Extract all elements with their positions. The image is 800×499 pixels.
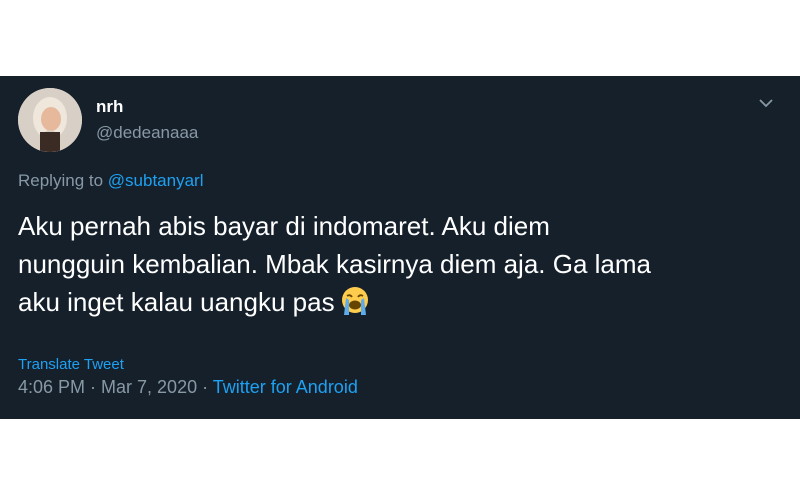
tweet-metadata: 4:06 PM · Mar 7, 2020 · Twitter for Andr… (18, 377, 358, 398)
source-app-link[interactable]: Twitter for Android (213, 377, 358, 397)
user-handle[interactable]: @dedeanaaa (96, 123, 198, 143)
display-name[interactable]: nrh (96, 97, 123, 117)
reply-prefix: Replying to (18, 171, 104, 190)
avatar[interactable] (18, 88, 82, 152)
metadata-separator: · (197, 377, 213, 397)
tweet-text-line-content: aku inget kalau uangku pas (18, 287, 335, 317)
chevron-down-icon (759, 99, 773, 108)
tweet-text-line: Aku pernah abis bayar di indomaret. Aku … (18, 211, 550, 241)
avatar-image (18, 88, 82, 152)
timestamp[interactable]: 4:06 PM · Mar 7, 2020 (18, 377, 197, 397)
translate-tweet-link[interactable]: Translate Tweet (18, 356, 124, 373)
tweet-text: Aku pernah abis bayar di indomaret. Aku … (18, 207, 758, 327)
tweet-card: nrh @dedeanaaa Replying to @subtanyarl A… (0, 76, 800, 419)
more-options-button[interactable] (756, 96, 776, 110)
reply-context: Replying to @subtanyarl (18, 171, 204, 191)
tweet-text-line: nungguin kembalian. Mbak kasirnya diem a… (18, 249, 652, 279)
loudly-crying-face-icon (339, 285, 371, 327)
tweet-text-line: aku inget kalau uangku pas (18, 283, 758, 327)
reply-mention-link[interactable]: @subtanyarl (108, 171, 204, 190)
